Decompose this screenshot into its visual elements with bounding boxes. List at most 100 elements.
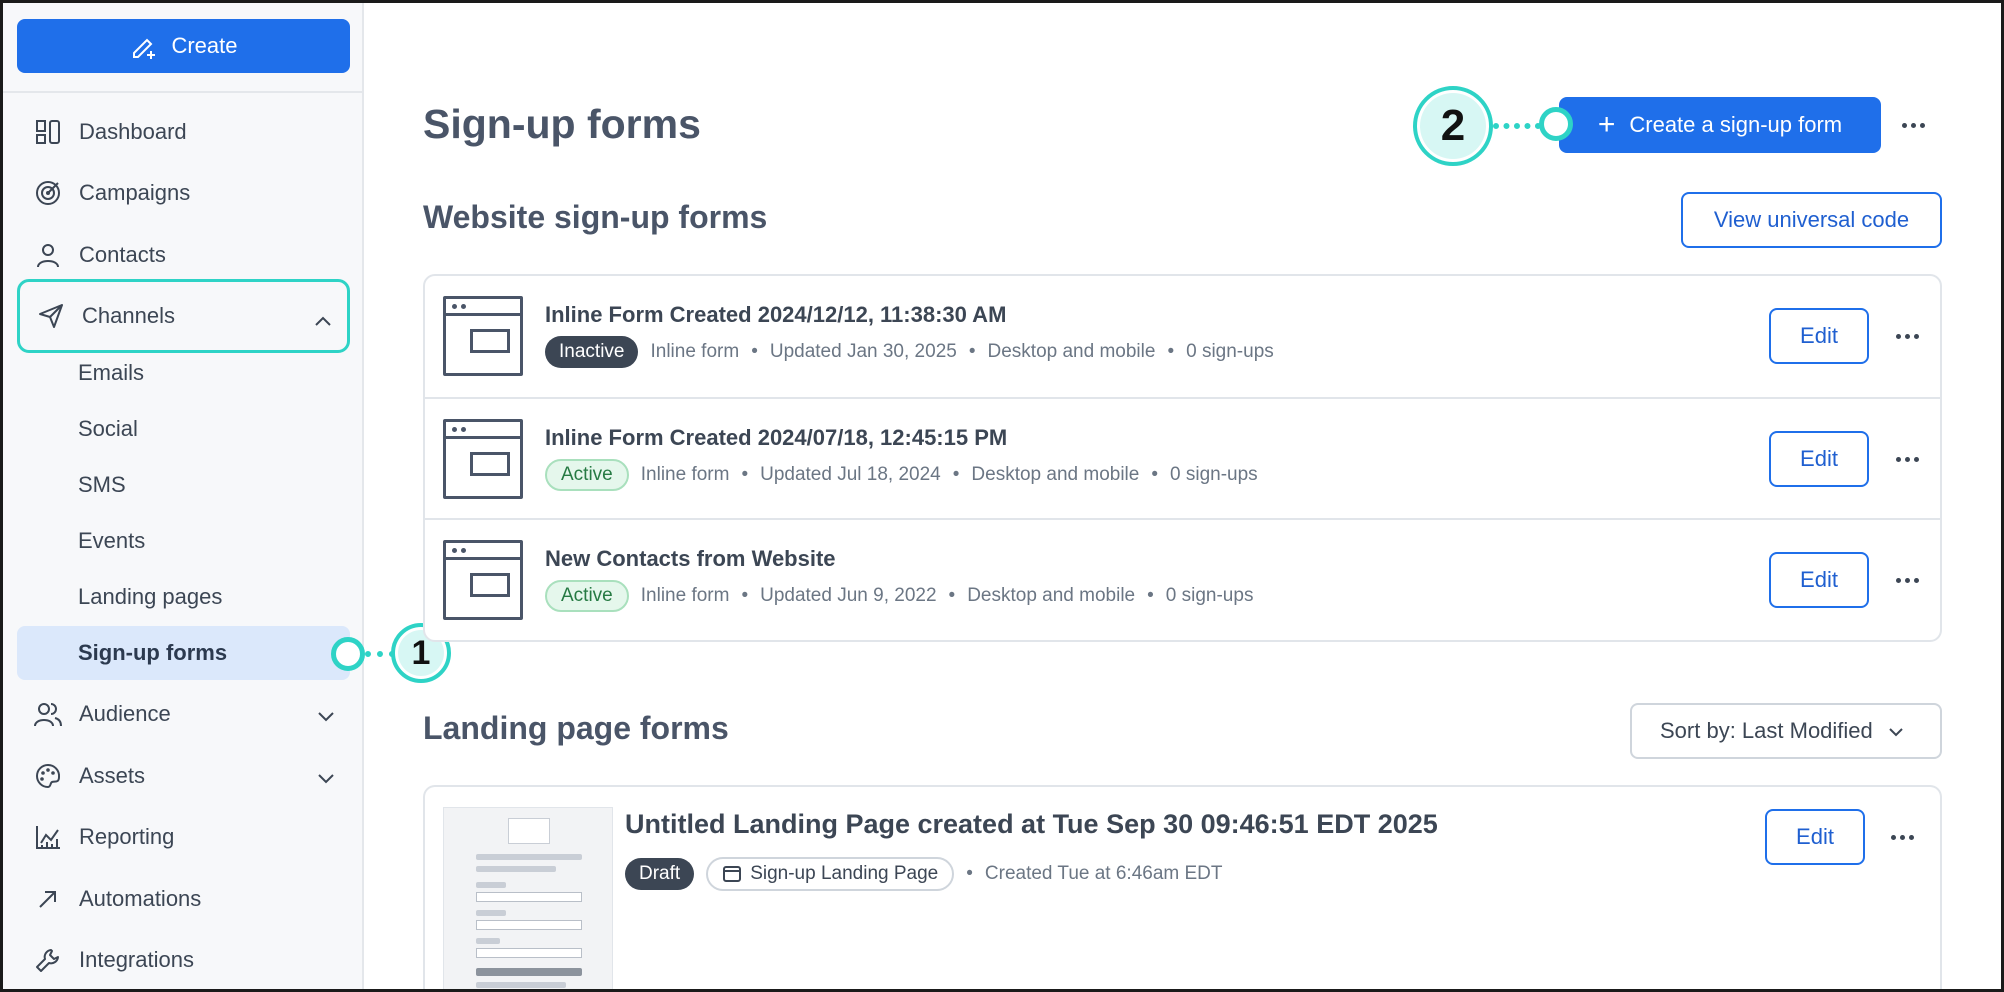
chevron-down-icon [316, 765, 336, 791]
page-more-icon[interactable] [1902, 123, 1925, 128]
sidebar-item-contacts[interactable]: Contacts [17, 226, 350, 284]
sidebar-subitem-label: Landing pages [78, 584, 223, 609]
separator: • [741, 585, 749, 606]
create-button[interactable]: Create [17, 19, 350, 73]
wrench-icon [33, 945, 63, 975]
sidebar-subitem-label: Events [78, 528, 146, 553]
status-badge: Inactive [545, 336, 639, 368]
row-more-icon[interactable] [1896, 334, 1919, 339]
form-signups: 0 sign-ups [1186, 341, 1274, 362]
page-title: Sign-up forms [423, 101, 701, 147]
callout-badge-2: 2 [1413, 86, 1493, 166]
sidebar-subitem-sign-up-forms[interactable]: Sign-up forms [17, 626, 350, 680]
landing-page-meta: Draft Sign-up Landing Page • Created Tue… [625, 857, 1223, 891]
window-icon [723, 866, 742, 882]
sidebar-item-label: Assets [79, 763, 146, 788]
separator: • [751, 341, 758, 362]
form-updated: Updated Jun 9, 2022 [760, 585, 937, 606]
form-window-icon [443, 540, 523, 620]
landing-forms-card: Untitled Landing Page created at Tue Sep… [423, 785, 1942, 989]
landing-page-thumbnail[interactable] [443, 807, 613, 989]
callout-anchor-2 [1539, 107, 1573, 141]
form-updated: Updated Jul 18, 2024 [760, 464, 941, 485]
table-row[interactable]: Inline Form Created 2024/07/18, 12:45:15… [425, 397, 1940, 518]
sidebar-item-automations[interactable]: Automations [17, 870, 350, 928]
create-button-label: Create [171, 33, 238, 58]
sidebar-item-label: Integrations [79, 947, 194, 972]
view-universal-code-button[interactable]: View universal code [1681, 192, 1942, 248]
create-sign-up-form-button[interactable]: + Create a sign-up form [1559, 97, 1881, 153]
separator: • [952, 464, 960, 485]
sidebar-subitem-sms[interactable]: SMS [17, 458, 350, 512]
edit-button[interactable]: Edit [1765, 809, 1865, 865]
table-row[interactable]: New Contacts from Website Active Inline … [425, 518, 1940, 639]
palette-icon [33, 761, 63, 791]
form-title[interactable]: Inline Form Created 2024/07/18, 12:45:15… [545, 425, 1007, 451]
form-type: Inline form [640, 464, 730, 485]
website-forms-title: Website sign-up forms [423, 199, 768, 235]
page-type-label: Sign-up Landing Page [750, 863, 939, 884]
callout-number: 2 [1440, 101, 1466, 150]
form-meta: Active Inline form • Updated Jul 18, 202… [545, 459, 1258, 491]
sidebar-item-assets[interactable]: Assets [17, 747, 350, 805]
separator: • [1167, 341, 1175, 362]
form-type: Inline form [650, 341, 740, 362]
people-icon [33, 699, 63, 729]
form-signups: 0 sign-ups [1165, 585, 1254, 606]
send-icon [36, 301, 66, 331]
sidebar-subitem-label: SMS [78, 472, 126, 497]
edit-button[interactable]: Edit [1769, 431, 1869, 487]
sidebar-item-audience[interactable]: Audience [17, 685, 350, 743]
form-meta: Inactive Inline form • Updated Jan 30, 2… [545, 336, 1274, 368]
edit-button[interactable]: Edit [1769, 552, 1869, 608]
status-badge: Active [545, 580, 629, 612]
row-more-icon[interactable] [1896, 578, 1919, 583]
sidebar-subitem-label: Emails [78, 360, 145, 385]
form-type: Inline form [640, 585, 730, 606]
arrow-up-right-icon [33, 884, 63, 914]
form-title[interactable]: New Contacts from Website [545, 546, 836, 572]
table-row[interactable]: Inline Form Created 2024/12/12, 11:38:30… [425, 276, 1940, 397]
sidebar-subitem-label: Social [78, 416, 138, 441]
callout-connector-2 [1493, 123, 1541, 129]
sidebar-subitem-events[interactable]: Events [17, 514, 350, 568]
dashboard-icon [33, 117, 63, 147]
chart-icon [33, 822, 63, 852]
separator: • [968, 341, 976, 362]
landing-forms-title: Landing page forms [423, 710, 729, 746]
app-window: Create Dashboard Campaigns Contacts Chan… [0, 0, 2004, 992]
target-icon [33, 178, 63, 208]
sidebar-item-integrations[interactable]: Integrations [17, 931, 350, 989]
sidebar-item-reporting[interactable]: Reporting [17, 808, 350, 866]
form-devices: Desktop and mobile [967, 585, 1136, 606]
form-title[interactable]: Inline Form Created 2024/12/12, 11:38:30… [545, 302, 1006, 328]
create-sign-up-form-label: Create a sign-up form [1629, 112, 1843, 137]
sidebar-item-channels[interactable]: Channels [17, 279, 350, 353]
sidebar-subitem-emails[interactable]: Emails [17, 346, 350, 400]
chevron-up-icon [313, 308, 333, 334]
sidebar-item-label: Campaigns [79, 180, 191, 205]
row-more-icon[interactable] [1896, 457, 1919, 462]
form-devices: Desktop and mobile [971, 464, 1140, 485]
form-signups: 0 sign-ups [1170, 464, 1258, 485]
status-badge: Draft [625, 858, 695, 890]
row-more-icon[interactable] [1891, 835, 1914, 840]
separator: • [741, 464, 749, 485]
separator: • [948, 585, 956, 606]
thumbnail-logo [508, 818, 550, 844]
sidebar-item-label: Contacts [79, 242, 166, 267]
sidebar-subitem-social[interactable]: Social [17, 402, 350, 456]
sort-label: Sort by: Last Modified [1660, 718, 1873, 743]
sidebar-divider [3, 91, 363, 93]
sidebar-item-label: Audience [79, 701, 171, 726]
form-window-icon [443, 296, 523, 376]
edit-button[interactable]: Edit [1769, 308, 1869, 364]
separator: • [1151, 464, 1158, 485]
sort-dropdown[interactable]: Sort by: Last Modified [1630, 703, 1942, 759]
sidebar-subitem-landing-pages[interactable]: Landing pages [17, 570, 350, 624]
landing-page-title[interactable]: Untitled Landing Page created at Tue Sep… [625, 809, 1438, 840]
sidebar-item-dashboard[interactable]: Dashboard [17, 103, 350, 161]
sidebar-item-campaigns[interactable]: Campaigns [17, 164, 350, 222]
form-updated: Updated Jan 30, 2025 [769, 341, 957, 362]
chevron-down-icon [316, 703, 336, 729]
